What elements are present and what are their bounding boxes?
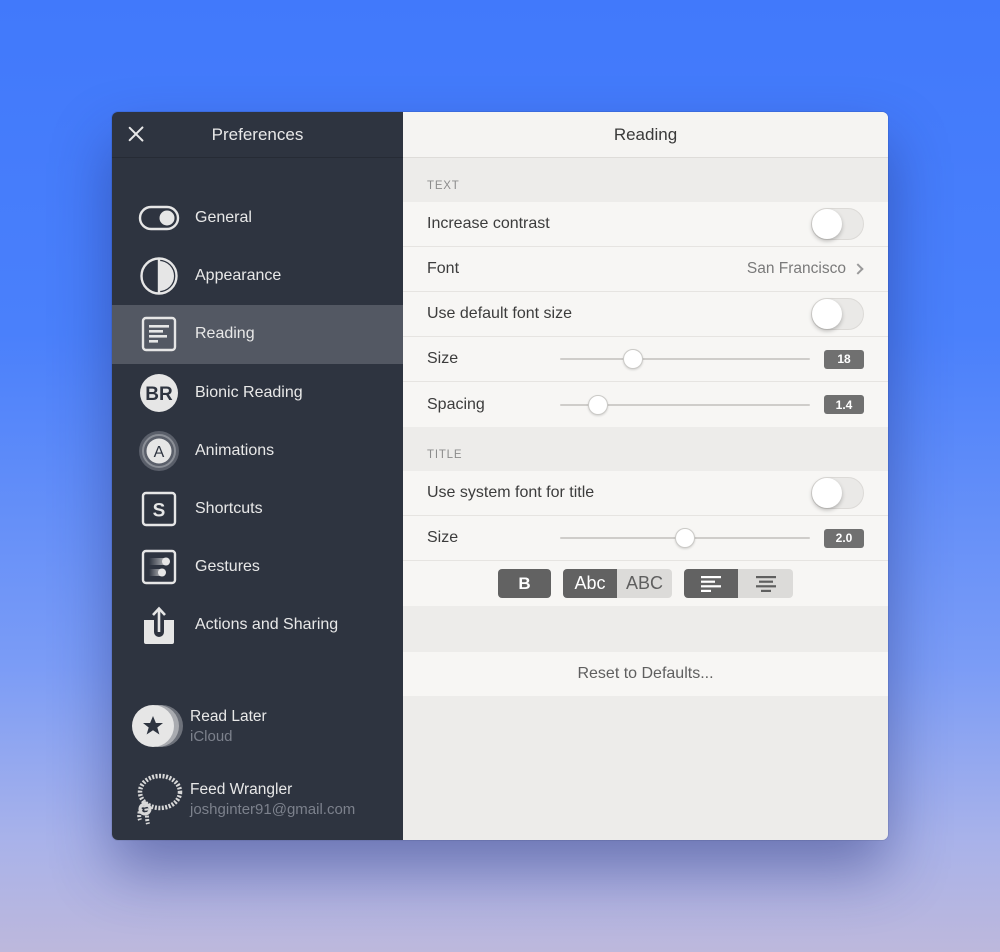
section-header-title: TITLE — [427, 449, 463, 461]
sidebar-item-label: Animations — [195, 441, 275, 459]
title-size-value: 2.0 — [824, 528, 864, 548]
reading-settings-panel: Reading TEXT Increase contrast Font San … — [403, 112, 888, 840]
font-value[interactable]: San Francisco — [747, 260, 864, 278]
toggle-knob — [812, 478, 842, 508]
sidebar-nav: General Appearance Reading BR Bionic Rea… — [112, 189, 403, 655]
toggle-knob — [812, 209, 842, 239]
sidebar-item-shortcuts[interactable]: S Shortcuts — [112, 480, 403, 538]
preferences-window: Preferences General Appearance Reading B… — [112, 112, 888, 840]
align-center-button[interactable] — [738, 569, 793, 598]
star-stack-icon — [130, 698, 186, 754]
system-font-title-row: Use system font for title — [403, 471, 888, 516]
chevron-right-icon — [852, 263, 864, 275]
bold-button[interactable]: B — [498, 569, 551, 598]
align-center-icon — [755, 575, 776, 592]
lasso-icon — [130, 771, 186, 827]
sidebar-item-appearance[interactable]: Appearance — [112, 247, 403, 305]
spacing-slider[interactable] — [560, 393, 810, 417]
page-title: Reading — [613, 124, 678, 144]
sidebar-header: Preferences — [112, 112, 403, 158]
alignment-segmented-control — [684, 569, 793, 598]
row-label: Increase contrast — [427, 215, 550, 232]
accounts-list: Read Later iCloud Feed Wrangler joshgint… — [112, 696, 403, 829]
svg-text:A: A — [154, 444, 165, 461]
text-size-slider[interactable] — [560, 347, 810, 371]
share-icon — [138, 604, 180, 646]
panel-header: Reading — [403, 112, 888, 158]
reset-label: Reset to Defaults... — [577, 665, 714, 682]
shortcut-s-icon: S — [138, 488, 180, 530]
bold-toggle-group: B — [498, 569, 551, 598]
case-uppercase-button[interactable]: ABC — [617, 569, 672, 598]
slider-thumb[interactable] — [675, 528, 695, 548]
title-size-slider[interactable] — [560, 526, 810, 550]
case-titlecase-button[interactable]: Abc — [563, 569, 617, 598]
toggle-knob — [812, 299, 842, 329]
title-format-row: B Abc ABC — [403, 561, 888, 606]
spacing-value: 1.4 — [824, 395, 864, 414]
sidebar-item-label: Gestures — [195, 558, 260, 576]
br-badge-icon: BR — [138, 372, 180, 414]
spacing-row: Spacing 1.4 — [403, 382, 888, 427]
row-label: Use default font size — [427, 305, 572, 322]
align-left-icon — [701, 575, 721, 592]
sidebar-item-animations[interactable]: A Animations — [112, 422, 403, 480]
increase-contrast-row: Increase contrast — [403, 202, 888, 247]
row-label: Size — [427, 350, 459, 367]
default-font-size-toggle[interactable] — [811, 298, 864, 330]
sidebar-item-label: Bionic Reading — [195, 383, 303, 401]
svg-text:BR: BR — [145, 384, 173, 405]
row-label: Font — [427, 260, 460, 277]
row-label: Spacing — [427, 395, 485, 413]
account-name: Feed Wrangler — [190, 780, 293, 798]
font-value-text: San Francisco — [746, 260, 846, 277]
increase-contrast-toggle[interactable] — [811, 208, 864, 240]
sidebar-item-label: Reading — [195, 325, 255, 343]
case-segmented-control: Abc ABC — [563, 569, 672, 598]
font-row[interactable]: Font San Francisco — [403, 247, 888, 292]
default-font-size-row: Use default font size — [403, 292, 888, 337]
account-name: Read Later — [190, 707, 267, 725]
close-icon[interactable] — [126, 124, 146, 144]
row-label: Size — [427, 529, 459, 546]
sidebar-item-bionic-reading[interactable]: BR Bionic Reading — [112, 364, 403, 422]
sidebar-item-label: Actions and Sharing — [195, 616, 339, 634]
text-lines-icon — [138, 313, 180, 355]
align-left-button[interactable] — [684, 569, 738, 598]
slider-track — [560, 358, 810, 360]
slider-thumb[interactable] — [622, 349, 643, 369]
sidebar-title: Preferences — [211, 124, 304, 144]
sidebar-item-general[interactable]: General — [112, 189, 403, 247]
account-feed-wrangler[interactable]: Feed Wrangler joshginter91@gmail.com — [112, 769, 403, 829]
sidebar-item-gestures[interactable]: Gestures — [112, 538, 403, 596]
animation-a-icon: A — [138, 430, 180, 472]
system-font-title-toggle[interactable] — [811, 477, 864, 509]
account-detail: joshginter91@gmail.com — [190, 800, 356, 818]
sidebar: Preferences General Appearance Reading B… — [112, 112, 403, 840]
gestures-icon — [138, 546, 180, 588]
text-size-value: 18 — [824, 349, 864, 369]
half-circle-icon — [138, 255, 180, 297]
sidebar-item-label: Appearance — [195, 267, 282, 285]
toggle-icon — [138, 197, 180, 239]
slider-thumb[interactable] — [587, 394, 608, 415]
account-read-later[interactable]: Read Later iCloud — [112, 696, 403, 756]
reset-to-defaults-button[interactable]: Reset to Defaults... — [403, 652, 888, 696]
sidebar-item-label: Shortcuts — [195, 500, 263, 518]
sidebar-item-reading[interactable]: Reading — [112, 305, 403, 364]
title-size-row: Size 2.0 — [403, 516, 888, 561]
row-label: Use system font for title — [427, 484, 595, 501]
account-detail: iCloud — [190, 727, 233, 745]
sidebar-item-actions-and-sharing[interactable]: Actions and Sharing — [112, 596, 403, 654]
sidebar-item-label: General — [195, 209, 252, 227]
svg-text:S: S — [153, 501, 166, 522]
section-header-text: TEXT — [427, 180, 460, 192]
text-size-row: Size 18 — [403, 337, 888, 382]
